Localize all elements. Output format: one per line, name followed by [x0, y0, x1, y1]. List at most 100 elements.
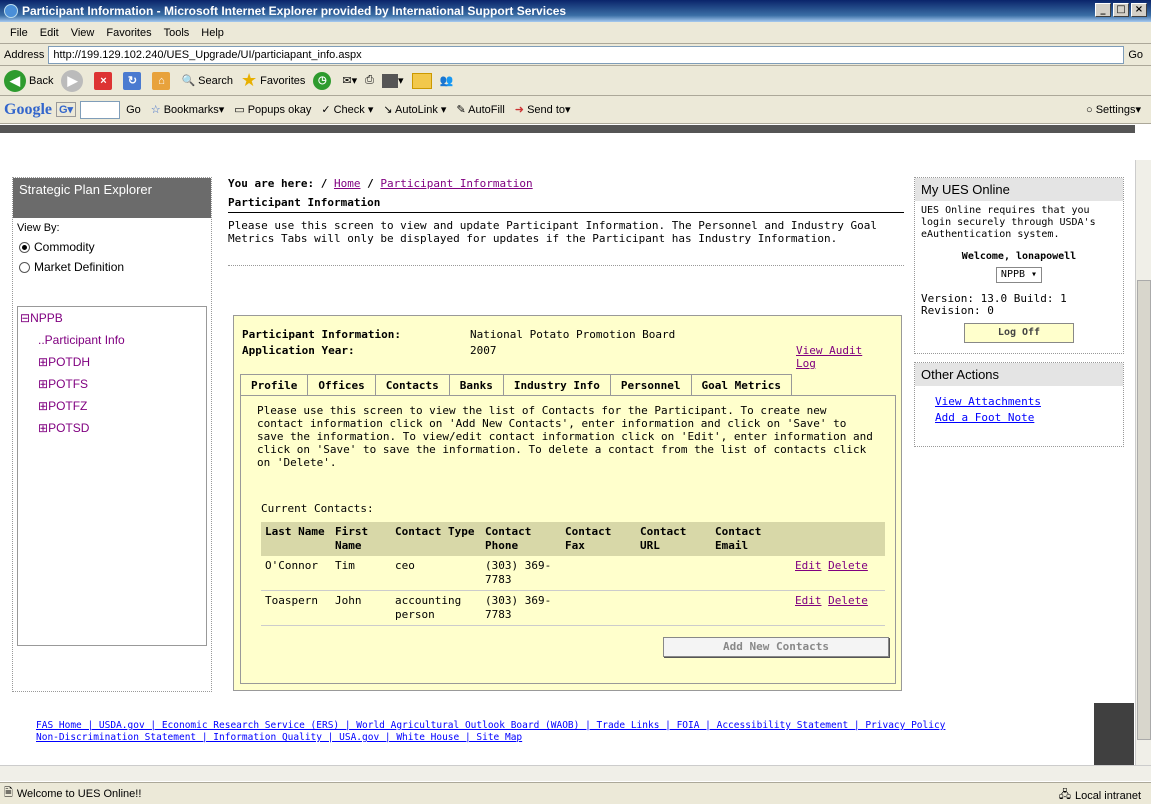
col-last-name: Last Name [261, 522, 331, 556]
menu-favorites[interactable]: Favorites [106, 27, 151, 39]
tab-profile[interactable]: Profile [240, 374, 309, 396]
google-logo: Google [4, 100, 52, 118]
tree-node-potfs[interactable]: ⊞POTFS [18, 373, 206, 395]
delete-link[interactable]: Delete [828, 594, 868, 607]
home-button[interactable]: ⌂ [152, 71, 173, 90]
scroll-thumb[interactable] [1137, 280, 1151, 740]
contacts-instructions: Please use this screen to view the list … [257, 404, 873, 469]
crumb-home-link[interactable]: Home [334, 177, 361, 190]
right-sidebar: My UES Online UES Online requires that y… [914, 177, 1124, 455]
tree-node-potfz[interactable]: ⊞POTFZ [18, 395, 206, 417]
tab-contacts[interactable]: Contacts [374, 374, 450, 396]
tree-node-participant-info[interactable]: ..Participant Info [18, 329, 206, 351]
folder-button[interactable] [411, 72, 432, 89]
settings-button[interactable]: ○ Settings▾ [1086, 103, 1141, 116]
autolink-button[interactable]: ↘ AutoLink ▾ [383, 103, 446, 116]
print-icon: ⎙ [365, 74, 374, 86]
cell-last-name: Toaspern [261, 590, 331, 626]
cell-last-name: O'Connor [261, 556, 331, 591]
tree-node-potsd[interactable]: ⊞POTSD [18, 417, 206, 439]
address-input[interactable]: http://199.129.102.240/UES_Upgrade/UI/pa… [48, 45, 1125, 64]
menu-edit[interactable]: Edit [40, 27, 59, 39]
radio-commodity[interactable]: Commodity [17, 240, 207, 254]
history-icon: ◷ [313, 71, 332, 90]
menu-view[interactable]: View [71, 27, 95, 39]
history-button[interactable]: ◷ [313, 71, 334, 90]
view-attachments-link[interactable]: View Attachments [935, 395, 1041, 408]
close-button[interactable]: × [1131, 3, 1147, 17]
menu-help[interactable]: Help [201, 27, 224, 39]
google-go-button[interactable]: Go [126, 104, 141, 116]
check-button[interactable]: ✓ Check ▾ [321, 103, 373, 116]
google-g-icon[interactable]: G▾ [56, 102, 77, 117]
spellcheck-icon: ✓ [321, 104, 331, 116]
intranet-icon: 🖧 [1058, 789, 1071, 801]
vertical-scrollbar[interactable] [1135, 160, 1151, 766]
cell-contact-fax [561, 556, 636, 591]
tab-personnel[interactable]: Personnel [609, 374, 692, 396]
mail-button[interactable]: ✉▾ [342, 74, 357, 87]
horizontal-scrollbar[interactable] [0, 765, 1151, 781]
footer-links-line1[interactable]: FAS Home | USDA.gov | Economic Research … [36, 720, 945, 731]
tab-offices[interactable]: Offices [307, 374, 376, 396]
my-ues-title: My UES Online [915, 178, 1123, 201]
sendto-button[interactable]: ➜ Send to▾ [515, 103, 571, 116]
address-bar: Address http://199.129.102.240/UES_Upgra… [0, 44, 1151, 66]
tab-banks[interactable]: Banks [448, 374, 504, 396]
settings-icon: ○ [1086, 104, 1093, 116]
page-icon: 🗎 [4, 787, 13, 799]
participant-box: Participant Information: National Potato… [233, 315, 902, 691]
tree-node-potdh[interactable]: ⊞POTDH [18, 351, 206, 373]
tab-industry-info[interactable]: Industry Info [502, 374, 611, 396]
log-off-button[interactable]: Log Off [964, 323, 1074, 343]
stop-button[interactable]: × [94, 71, 115, 90]
cell-contact-url [636, 590, 711, 626]
welcome-text: Welcome, lonapowell [961, 251, 1077, 262]
folder-icon [411, 72, 432, 89]
tree-node-nppb[interactable]: ⊟NPPB [18, 307, 206, 329]
go-button[interactable]: Go [1128, 49, 1143, 61]
other-actions-box: Other Actions View Attachments Add a Foo… [914, 362, 1124, 447]
dark-corner-block [1094, 703, 1134, 765]
radio-market-definition[interactable]: Market Definition [17, 260, 207, 274]
footer-links-line2[interactable]: Non-Discrimination Statement | Informati… [36, 732, 522, 743]
delete-link[interactable]: Delete [828, 559, 868, 572]
add-foot-note-link[interactable]: Add a Foot Note [935, 411, 1034, 424]
favorites-button[interactable]: ★ Favorites [241, 70, 305, 91]
menu-tools[interactable]: Tools [164, 27, 190, 39]
autofill-icon: ✎ [456, 104, 466, 116]
edit-page-button[interactable]: ▾ [381, 73, 404, 88]
messenger-icon: 👥 [439, 75, 454, 87]
messenger-button[interactable]: 👥 [440, 74, 454, 87]
print-button[interactable]: ⎙ [365, 74, 374, 87]
standard-toolbar: ◀ Back ▶ × ↻ ⌂ 🔍 Search ★ Favorites ◷ ✉▾ ⎙ … [0, 66, 1151, 96]
autofill-button[interactable]: ✎ AutoFill [456, 103, 504, 116]
bookmarks-button[interactable]: ☆ Bookmarks▾ [151, 103, 224, 116]
back-button[interactable]: ◀ Back [4, 69, 53, 92]
status-text: Welcome to UES Online!! [16, 787, 142, 800]
maximize-button[interactable]: □ [1113, 3, 1129, 17]
refresh-button[interactable]: ↻ [123, 71, 144, 90]
cell-contact-url [636, 556, 711, 591]
plan-tree: ⊟NPPB ..Participant Info ⊞POTDH ⊞POTFS ⊞… [17, 306, 207, 646]
org-select[interactable]: NPPB ▾ [995, 267, 1043, 283]
minimize-button[interactable]: _ [1095, 3, 1111, 17]
add-new-contacts-button[interactable]: Add New Contacts [663, 637, 889, 657]
col-contact-phone: Contact Phone [481, 522, 561, 556]
menu-file[interactable]: File [10, 27, 28, 39]
edit-link[interactable]: Edit [795, 594, 822, 607]
address-label: Address [4, 48, 45, 61]
tab-goal-metrics[interactable]: Goal Metrics [690, 374, 793, 396]
cell-contact-type: accounting person [391, 590, 481, 626]
other-actions-title: Other Actions [915, 363, 1123, 386]
edit-link[interactable]: Edit [795, 559, 822, 572]
popups-button[interactable]: ▭ Popups okay [234, 103, 311, 116]
contacts-table: Last Name First Name Contact Type Contac… [261, 522, 885, 626]
google-search-input[interactable] [80, 100, 121, 119]
view-audit-log-link[interactable]: View Audit Log [796, 344, 876, 370]
crumb-participant-link[interactable]: Participant Information [380, 177, 532, 190]
header-strip [0, 125, 1135, 133]
forward-button[interactable]: ▶ [61, 69, 86, 92]
search-button[interactable]: 🔍 Search [181, 74, 233, 88]
year-label: Application Year: [242, 344, 355, 357]
